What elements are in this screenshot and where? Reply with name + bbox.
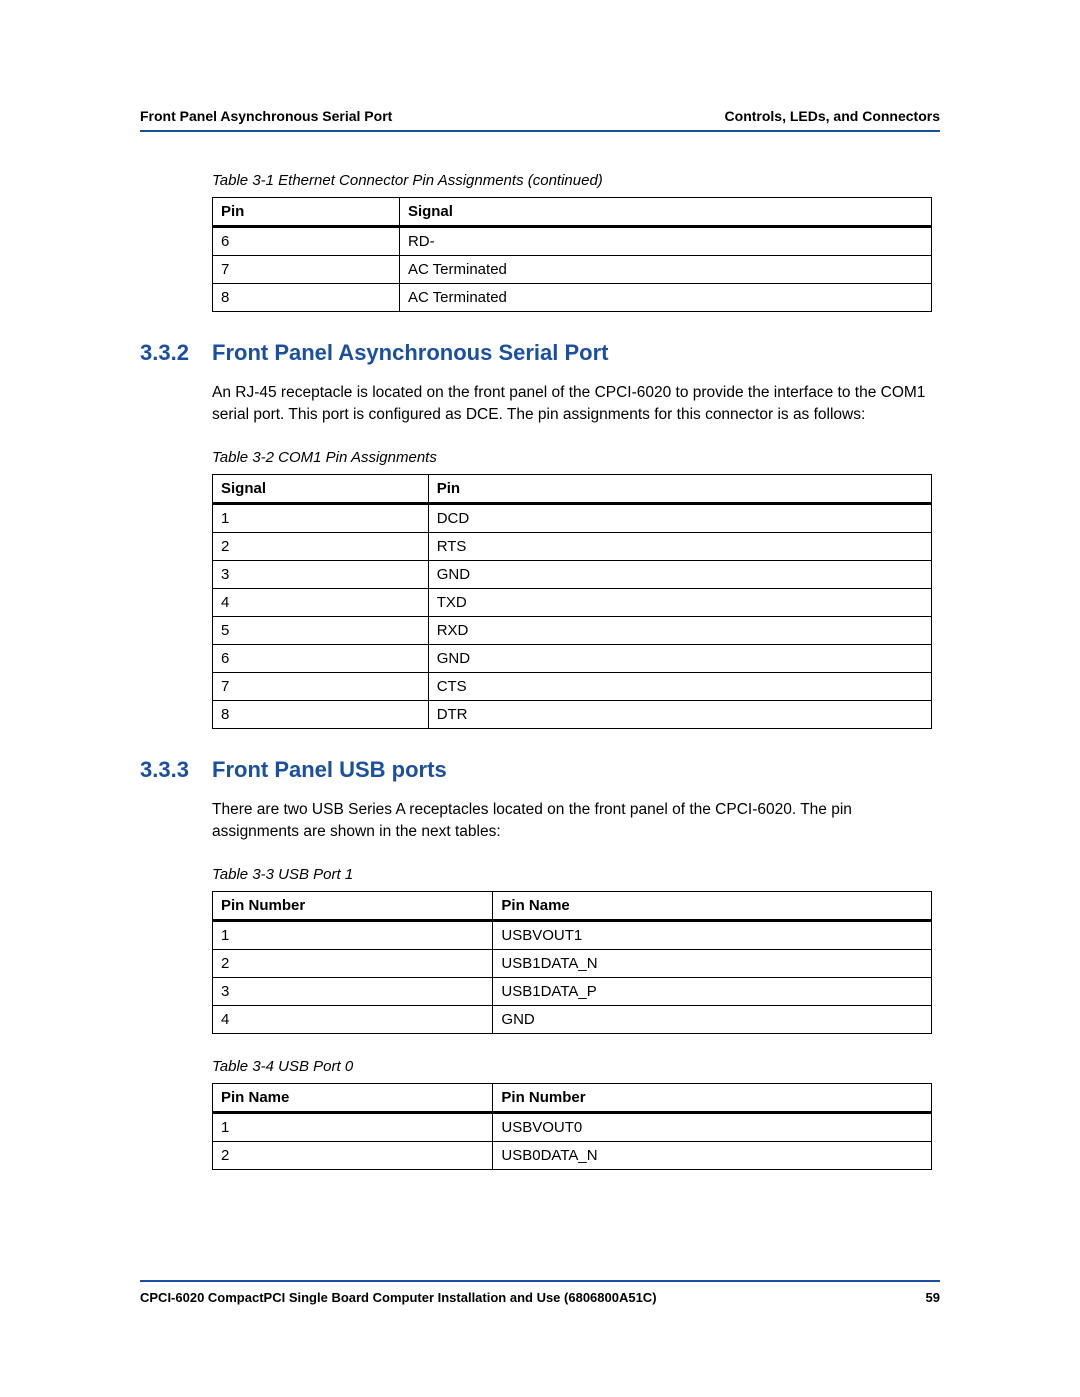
table-cell: 6 xyxy=(213,227,400,256)
table-cell: 4 xyxy=(213,588,429,616)
section-332-num: 3.3.2 xyxy=(140,340,212,366)
table1-body: 6RD-7AC Terminated8AC Terminated xyxy=(213,227,932,312)
table-cell: RXD xyxy=(428,616,931,644)
table-cell: 3 xyxy=(213,560,429,588)
table-cell: AC Terminated xyxy=(399,256,931,284)
table4: Pin Name Pin Number 1USBVOUT02USB0DATA_N xyxy=(212,1083,932,1170)
table-row: 1DCD xyxy=(213,503,932,532)
table3-caption: Table 3-3 USB Port 1 xyxy=(212,866,940,883)
table-cell: 5 xyxy=(213,616,429,644)
table-cell: DCD xyxy=(428,503,931,532)
table-cell: CTS xyxy=(428,672,931,700)
table2-caption: Table 3-2 COM1 Pin Assignments xyxy=(212,449,940,466)
table3-col1-header: Pin Number xyxy=(213,891,493,920)
table4-caption: Table 3-4 USB Port 0 xyxy=(212,1058,940,1075)
table-cell: TXD xyxy=(428,588,931,616)
page-header: Front Panel Asynchronous Serial Port Con… xyxy=(140,108,940,132)
table-row: 5RXD xyxy=(213,616,932,644)
table-cell: 6 xyxy=(213,644,429,672)
table4-col2-header: Pin Number xyxy=(493,1083,932,1112)
table-row: 7CTS xyxy=(213,672,932,700)
section-333-body: There are two USB Series A receptacles l… xyxy=(212,799,940,844)
table3: Pin Number Pin Name 1USBVOUT12USB1DATA_N… xyxy=(212,891,932,1034)
section-333-title: Front Panel USB ports xyxy=(212,757,447,783)
table-row: 6RD- xyxy=(213,227,932,256)
table-cell: 4 xyxy=(213,1005,493,1033)
table-row: 7AC Terminated xyxy=(213,256,932,284)
table-cell: 7 xyxy=(213,256,400,284)
table-cell: DTR xyxy=(428,700,931,728)
header-left: Front Panel Asynchronous Serial Port xyxy=(140,108,392,124)
table-cell: GND xyxy=(428,644,931,672)
table-cell: 2 xyxy=(213,949,493,977)
section-333-heading: 3.3.3 Front Panel USB ports xyxy=(140,757,940,783)
table-cell: 1 xyxy=(213,920,493,949)
table-row: 1USBVOUT1 xyxy=(213,920,932,949)
table-cell: USB1DATA_N xyxy=(493,949,932,977)
table-row: 3GND xyxy=(213,560,932,588)
table-cell: 8 xyxy=(213,284,400,312)
table-cell: 1 xyxy=(213,1112,493,1141)
table-cell: 1 xyxy=(213,503,429,532)
table1: Pin Signal 6RD-7AC Terminated8AC Termina… xyxy=(212,197,932,312)
table-cell: 3 xyxy=(213,977,493,1005)
table1-col1-header: Pin xyxy=(213,198,400,227)
table2-col1-header: Signal xyxy=(213,474,429,503)
table-cell: GND xyxy=(493,1005,932,1033)
section-333-num: 3.3.3 xyxy=(140,757,212,783)
table-cell: 2 xyxy=(213,532,429,560)
table-cell: 8 xyxy=(213,700,429,728)
table-cell: 7 xyxy=(213,672,429,700)
table-row: 3USB1DATA_P xyxy=(213,977,932,1005)
table-row: 2RTS xyxy=(213,532,932,560)
table-cell: USB1DATA_P xyxy=(493,977,932,1005)
table-row: 4GND xyxy=(213,1005,932,1033)
table-row: 4TXD xyxy=(213,588,932,616)
table3-col2-header: Pin Name xyxy=(493,891,932,920)
table-row: 8DTR xyxy=(213,700,932,728)
table-cell: USB0DATA_N xyxy=(493,1141,932,1169)
table2-col2-header: Pin xyxy=(428,474,931,503)
table-row: 1USBVOUT0 xyxy=(213,1112,932,1141)
table1-col2-header: Signal xyxy=(399,198,931,227)
section-332-title: Front Panel Asynchronous Serial Port xyxy=(212,340,608,366)
footer-left: CPCI-6020 CompactPCI Single Board Comput… xyxy=(140,1290,657,1305)
footer-right: 59 xyxy=(926,1290,940,1305)
table-cell: USBVOUT0 xyxy=(493,1112,932,1141)
table-cell: AC Terminated xyxy=(399,284,931,312)
table-cell: USBVOUT1 xyxy=(493,920,932,949)
table3-body: 1USBVOUT12USB1DATA_N3USB1DATA_P4GND xyxy=(213,920,932,1033)
header-right: Controls, LEDs, and Connectors xyxy=(725,108,940,124)
section-332-body: An RJ-45 receptacle is located on the fr… xyxy=(212,382,940,427)
table4-col1-header: Pin Name xyxy=(213,1083,493,1112)
table1-caption: Table 3-1 Ethernet Connector Pin Assignm… xyxy=(212,172,940,189)
table-row: 2USB1DATA_N xyxy=(213,949,932,977)
table4-body: 1USBVOUT02USB0DATA_N xyxy=(213,1112,932,1169)
table-cell: 2 xyxy=(213,1141,493,1169)
table-row: 6GND xyxy=(213,644,932,672)
table-cell: RD- xyxy=(399,227,931,256)
table-cell: RTS xyxy=(428,532,931,560)
table-cell: GND xyxy=(428,560,931,588)
table-row: 2USB0DATA_N xyxy=(213,1141,932,1169)
table-row: 8AC Terminated xyxy=(213,284,932,312)
section-332-heading: 3.3.2 Front Panel Asynchronous Serial Po… xyxy=(140,340,940,366)
table2-body: 1DCD2RTS3GND4TXD5RXD6GND7CTS8DTR xyxy=(213,503,932,728)
page-footer: CPCI-6020 CompactPCI Single Board Comput… xyxy=(140,1280,940,1305)
table2: Signal Pin 1DCD2RTS3GND4TXD5RXD6GND7CTS8… xyxy=(212,474,932,729)
